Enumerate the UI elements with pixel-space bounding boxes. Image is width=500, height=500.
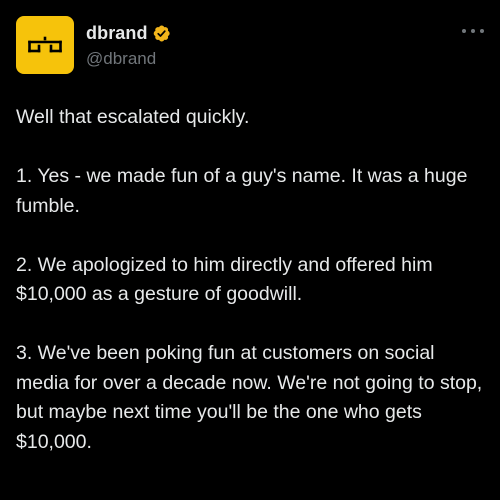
tweet-paragraph: 3. We've been poking fun at customers on… — [16, 342, 483, 453]
author-names: dbrand @dbrand — [86, 22, 171, 69]
tweet-header: dbrand @dbrand — [16, 16, 484, 74]
tweet-paragraph: Well that escalated quickly. — [16, 106, 250, 128]
tweet-card: dbrand @dbrand Well that escalated quick… — [0, 0, 500, 500]
more-dot — [480, 29, 484, 33]
avatar[interactable] — [16, 16, 74, 74]
dbrand-logo-icon — [28, 36, 62, 53]
author-handle[interactable]: @dbrand — [86, 49, 171, 69]
display-name[interactable]: dbrand — [86, 23, 148, 44]
more-dot — [471, 29, 475, 33]
more-dot — [462, 29, 466, 33]
tweet-paragraph: 1. Yes - we made fun of a guy's name. It… — [16, 165, 468, 217]
display-name-row: dbrand — [86, 22, 171, 44]
verified-badge-icon[interactable] — [152, 24, 171, 43]
more-options-icon[interactable] — [462, 24, 484, 38]
tweet-text: Well that escalated quickly. 1. Yes - we… — [16, 103, 492, 457]
tweet-paragraph: 2. We apologized to him directly and off… — [16, 253, 433, 306]
